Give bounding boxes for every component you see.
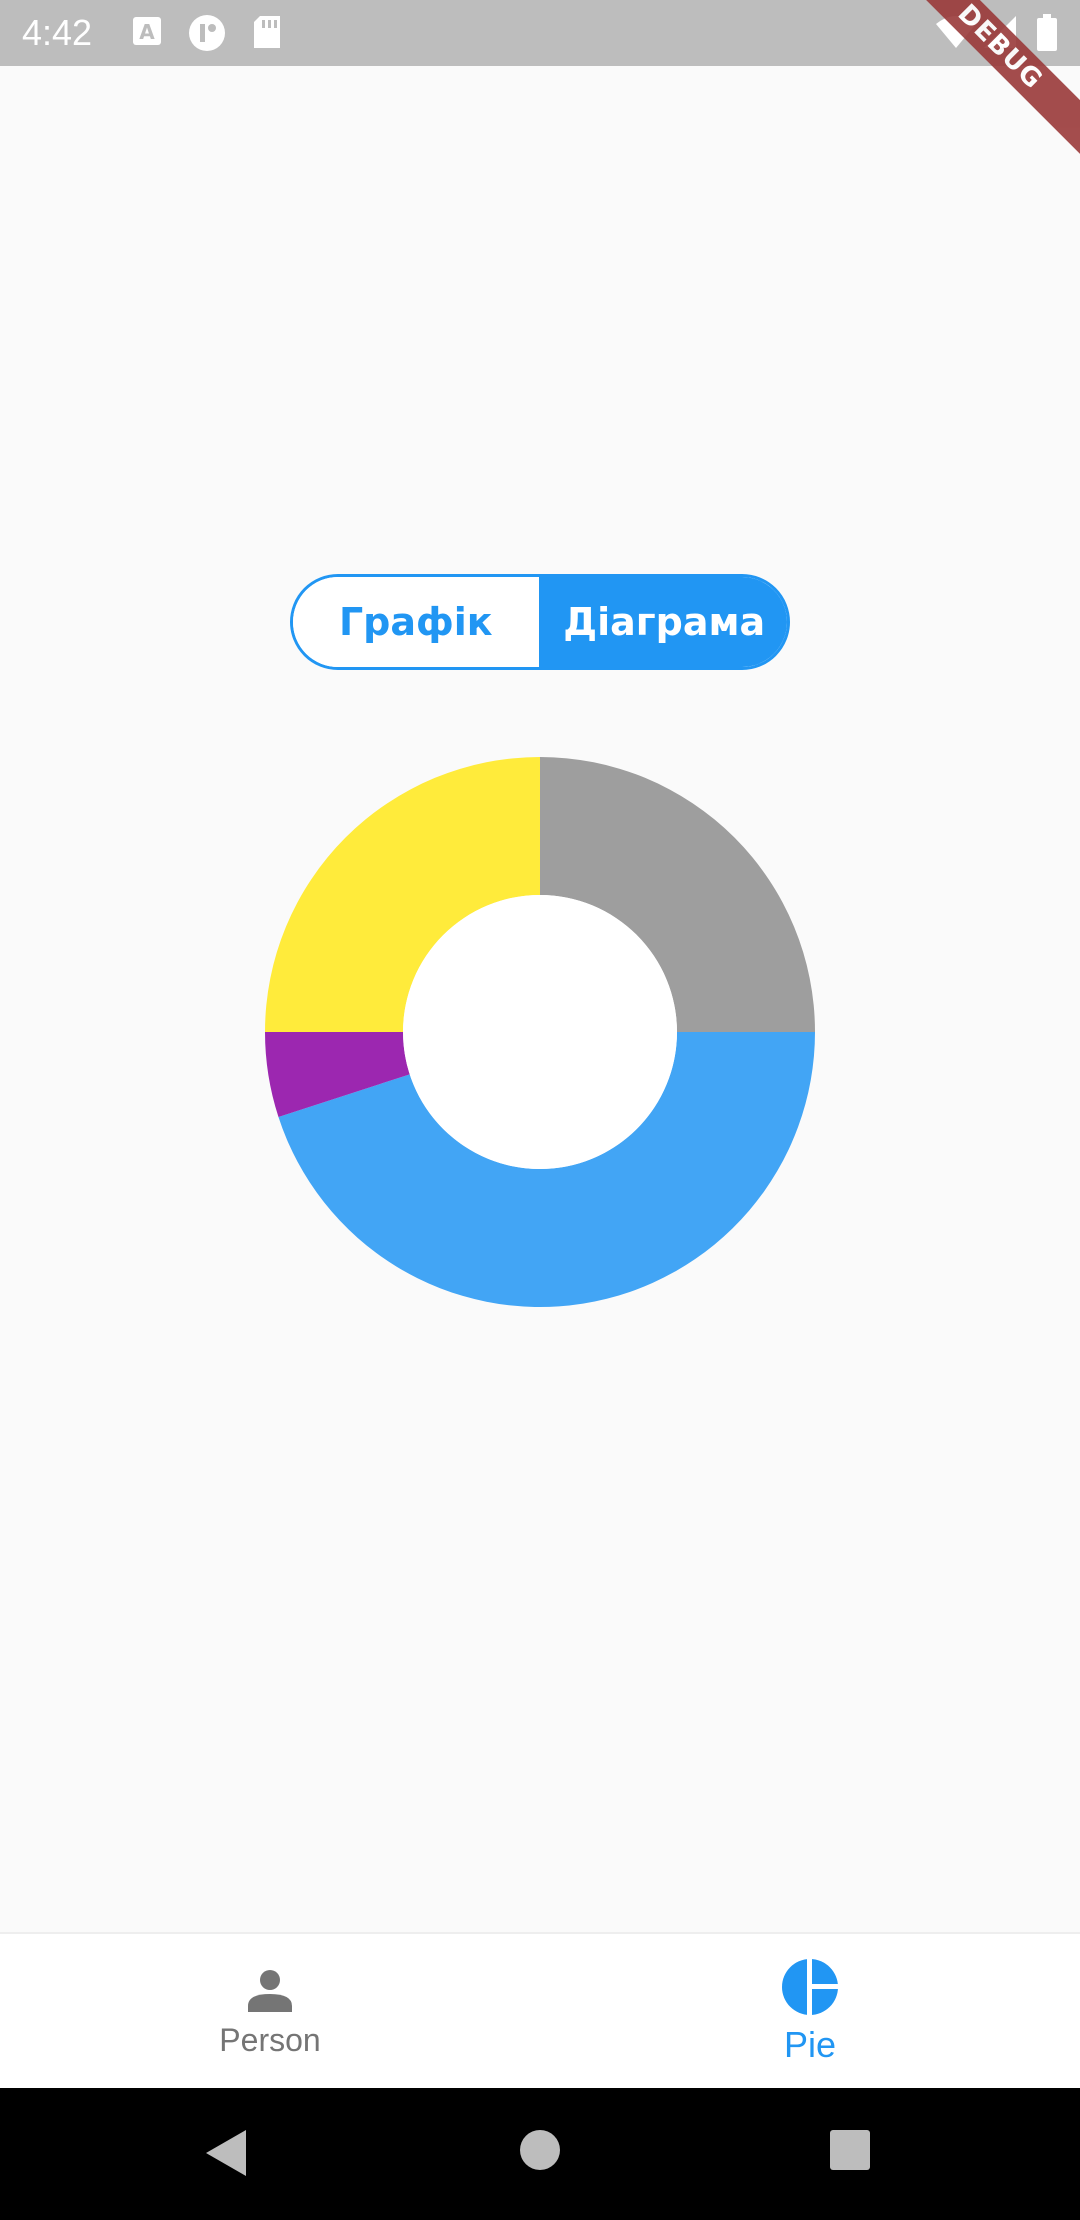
toggle-option-graph[interactable]: Графік — [293, 577, 539, 667]
nav-item-person[interactable]: Person — [0, 1934, 540, 2090]
pie-chart-icon — [782, 1958, 839, 2016]
home-icon[interactable] — [518, 2128, 562, 2172]
status-time: 4:42 — [22, 12, 93, 53]
view-toggle: Графік Діаграма — [290, 574, 790, 670]
recents-icon[interactable] — [828, 2128, 872, 2172]
toggle-option-diagram[interactable]: Діаграма — [538, 577, 787, 667]
nav-label-person: Person — [219, 2021, 321, 2058]
donut-chart — [265, 757, 815, 1307]
svg-text:A: A — [139, 20, 155, 44]
a-letter-icon: A — [133, 17, 161, 45]
back-icon[interactable] — [204, 2128, 248, 2178]
nav-item-pie[interactable]: Pie — [540, 1934, 1080, 2090]
person-icon — [248, 1969, 292, 2012]
donut-hole — [403, 895, 677, 1169]
sd-card-icon — [254, 16, 280, 48]
system-navigation-bar — [0, 2088, 1080, 2220]
nav-label-pie: Pie — [783, 2024, 837, 2065]
battery-icon — [1037, 14, 1057, 51]
bottom-navigation: Person Pie — [0, 1932, 1080, 2090]
circle-app-icon — [189, 15, 225, 51]
status-bar: 4:42 A — [0, 0, 1080, 66]
